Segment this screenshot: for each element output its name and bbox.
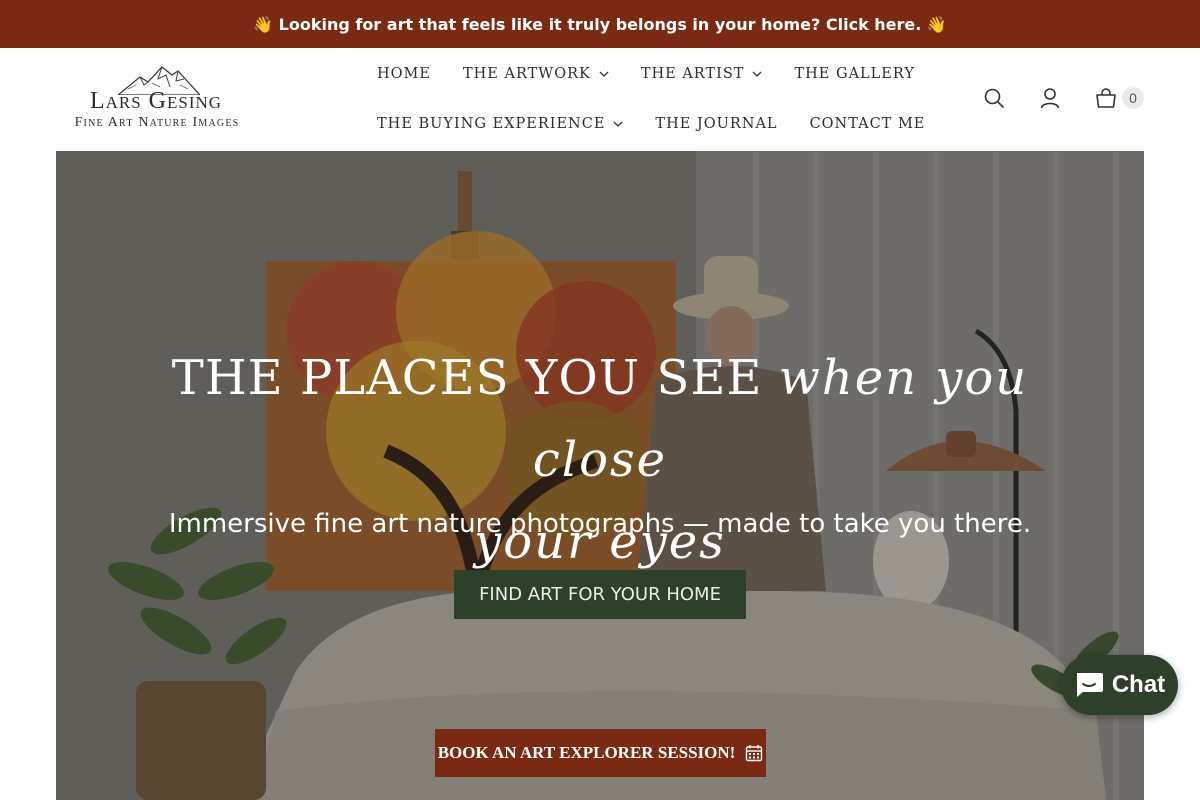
logo-name: Lars Gesing xyxy=(89,88,223,114)
announcement-bar[interactable]: 👋 Looking for art that feels like it tru… xyxy=(0,0,1200,48)
cart-icon[interactable] xyxy=(1094,86,1118,110)
nav-item-label: THE BUYING EXPERIENCE xyxy=(377,116,606,132)
nav-item-the-buying-experience[interactable]: THE BUYING EXPERIENCE xyxy=(361,111,639,137)
nav-item-label: THE GALLERY xyxy=(794,66,915,82)
find-art-button-label: FIND ART FOR YOUR HOME xyxy=(479,584,721,605)
logo-tagline: Fine Art Nature Images xyxy=(74,115,240,130)
hero-title-plain: THE PLACES YOU SEE xyxy=(171,350,779,406)
hero-title: THE PLACES YOU SEE when you close your e… xyxy=(136,337,1064,583)
chevron-down-icon xyxy=(753,71,762,77)
site-logo[interactable]: Lars Gesing Fine Art Nature Images xyxy=(56,64,258,136)
nav-item-label: THE ARTIST xyxy=(640,66,745,82)
chat-bubble-icon xyxy=(1076,673,1103,697)
nav-item-the-gallery[interactable]: THE GALLERY xyxy=(778,61,930,87)
search-icon[interactable] xyxy=(982,86,1006,110)
main-nav-row-1: HOME THE ARTWORK THE ARTIST THE GALLERY xyxy=(361,61,931,87)
chevron-down-icon xyxy=(599,71,609,77)
main-nav-row-2: THE BUYING EXPERIENCE THE JOURNAL CONTAC… xyxy=(361,111,941,137)
hero-banner: THE PLACES YOU SEE when you close your e… xyxy=(56,151,1144,800)
calendar-icon xyxy=(746,745,763,762)
chat-widget-button[interactable]: Chat xyxy=(1061,655,1178,715)
nav-item-label: CONTACT ME xyxy=(809,116,926,132)
nav-item-home[interactable]: HOME xyxy=(361,61,447,87)
nav-item-label: THE ARTWORK xyxy=(462,66,591,82)
site-header: Lars Gesing Fine Art Nature Images HOME … xyxy=(0,48,1200,151)
cart-count-badge[interactable]: 0 xyxy=(1122,87,1144,109)
chat-label: Chat xyxy=(1111,671,1166,698)
hero-subtitle: Immersive fine art nature photographs — … xyxy=(168,509,1032,539)
nav-item-the-artist[interactable]: THE ARTIST xyxy=(625,61,779,87)
book-session-label: BOOK AN ART EXPLORER SESSION! xyxy=(437,743,736,762)
announcement-text[interactable]: 👋 Looking for art that feels like it tru… xyxy=(253,15,947,34)
nav-item-the-artwork[interactable]: THE ARTWORK xyxy=(447,61,625,87)
nav-item-contact-me[interactable]: CONTACT ME xyxy=(794,111,942,137)
chevron-down-icon xyxy=(613,121,623,127)
nav-item-the-journal[interactable]: THE JOURNAL xyxy=(639,111,793,137)
book-session-button[interactable]: BOOK AN ART EXPLORER SESSION! xyxy=(435,729,766,777)
account-icon[interactable] xyxy=(1038,86,1062,110)
nav-item-label: THE JOURNAL xyxy=(655,116,778,132)
find-art-button[interactable]: FIND ART FOR YOUR HOME xyxy=(454,570,746,619)
nav-item-label: HOME xyxy=(377,66,431,82)
